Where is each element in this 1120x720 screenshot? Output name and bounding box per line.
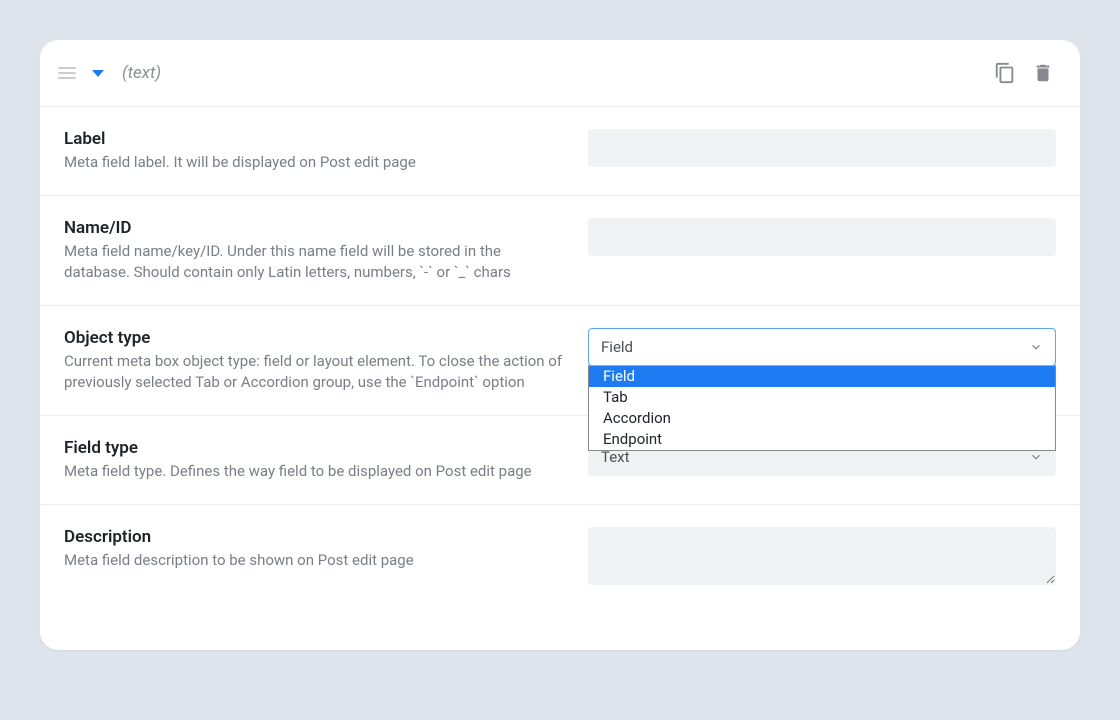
label-title: Label [64,129,564,149]
row-name-id: Name/ID Meta field name/key/ID. Under th… [40,196,1080,306]
description-desc: Meta field description to be shown on Po… [64,550,564,571]
object-type-selected-value: Field [601,338,633,356]
meta-field-panel: (text) Label Meta field label. It will b… [40,40,1080,650]
delete-button[interactable] [1030,60,1056,86]
copy-icon [994,62,1016,84]
object-type-desc: Current meta box object type: field or l… [64,351,564,393]
object-type-option-accordion[interactable]: Accordion [589,408,1055,429]
name-id-title: Name/ID [64,218,564,238]
collapse-toggle-icon[interactable] [92,70,104,77]
object-type-select-wrap: Field Field Tab Accordion Endpoint [588,328,1056,366]
row-label: Label Meta field label. It will be displ… [40,107,1080,196]
object-type-dropdown-list: Field Tab Accordion Endpoint [588,365,1056,451]
trash-icon [1032,62,1054,84]
object-type-option-field[interactable]: Field [589,366,1055,387]
drag-handle-icon[interactable] [58,64,76,82]
duplicate-button[interactable] [992,60,1018,86]
object-type-option-tab[interactable]: Tab [589,387,1055,408]
label-input[interactable] [588,129,1056,167]
description-textarea[interactable] [588,527,1056,585]
name-id-desc: Meta field name/key/ID. Under this name … [64,241,564,283]
chevron-down-icon [1029,450,1043,464]
object-type-title: Object type [64,328,564,348]
name-id-input[interactable] [588,218,1056,256]
panel-header: (text) [40,40,1080,107]
object-type-option-endpoint[interactable]: Endpoint [589,429,1055,450]
row-object-type: Object type Current meta box object type… [40,306,1080,416]
chevron-down-icon [1029,340,1043,354]
panel-title: (text) [122,63,161,83]
field-type-desc: Meta field type. Defines the way field t… [64,461,564,482]
row-description: Description Meta field description to be… [40,505,1080,607]
label-desc: Meta field label. It will be displayed o… [64,152,564,173]
field-type-title: Field type [64,438,564,458]
description-title: Description [64,527,564,547]
object-type-select[interactable]: Field [588,328,1056,366]
